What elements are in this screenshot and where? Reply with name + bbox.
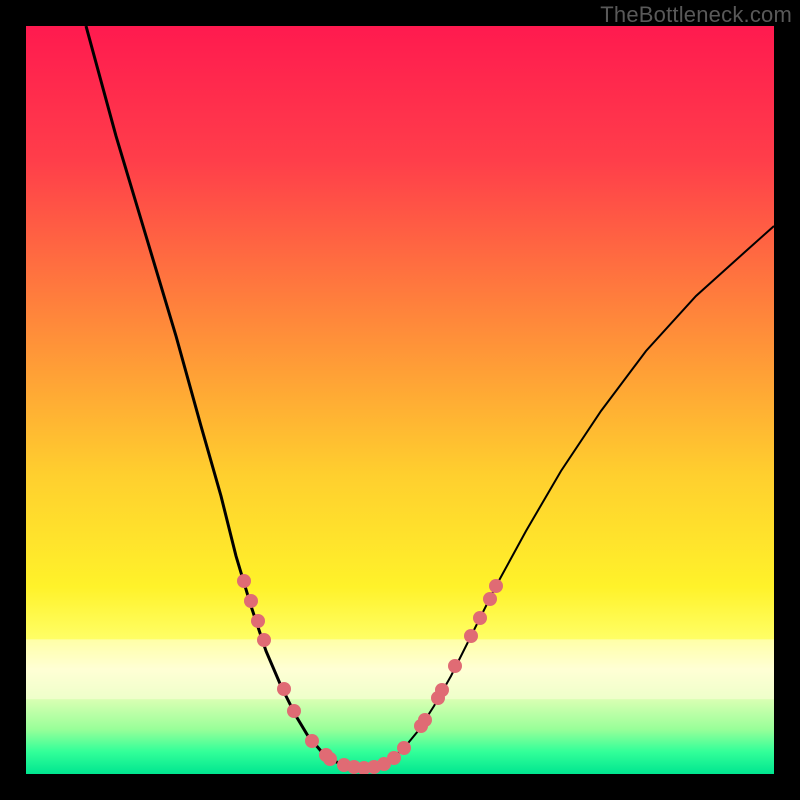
chart-svg <box>26 26 774 774</box>
scatter-point <box>237 574 251 588</box>
scatter-point <box>387 751 401 765</box>
scatter-point <box>448 659 462 673</box>
scatter-point <box>489 579 503 593</box>
pale-band <box>26 639 774 699</box>
scatter-point <box>464 629 478 643</box>
scatter-point <box>305 734 319 748</box>
watermark-text: TheBottleneck.com <box>600 2 792 28</box>
scatter-point <box>418 713 432 727</box>
scatter-point <box>257 633 271 647</box>
scatter-point <box>473 611 487 625</box>
scatter-point <box>287 704 301 718</box>
scatter-point <box>483 592 497 606</box>
scatter-point <box>435 683 449 697</box>
scatter-point <box>323 752 337 766</box>
scatter-point <box>251 614 265 628</box>
chart-plot-area <box>26 26 774 774</box>
scatter-point <box>397 741 411 755</box>
scatter-point <box>277 682 291 696</box>
scatter-point <box>244 594 258 608</box>
